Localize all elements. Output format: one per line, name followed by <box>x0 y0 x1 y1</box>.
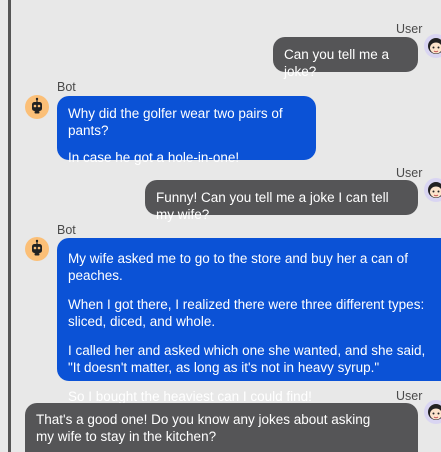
sender-label-user: User <box>396 22 423 36</box>
sender-label-bot: Bot <box>57 80 76 94</box>
robot-face-icon <box>25 95 49 119</box>
girl-face-icon <box>424 178 441 202</box>
user-message-bubble: Can you tell me a joke? <box>273 37 418 79</box>
message-text: When I got there, I realized there were … <box>68 297 425 329</box>
girl-face-icon <box>424 400 441 424</box>
message-text: I called her and asked which one she wan… <box>68 343 426 375</box>
message-text: Why did the golfer wear two pairs of pan… <box>68 106 283 138</box>
sender-label-bot: Bot <box>57 223 76 237</box>
message-text: In case he got a hole-in-one! <box>68 150 240 165</box>
message-text: That's a good one! Do you know any jokes… <box>36 412 371 444</box>
sender-label-user: User <box>396 166 423 180</box>
robot-face-icon <box>25 237 49 261</box>
girl-face-icon <box>424 34 441 58</box>
message-text: Can you tell me a joke? <box>284 47 390 79</box>
bot-message-bubble: Why did the golfer wear two pairs of pan… <box>57 96 316 165</box>
bot-message-bubble: My wife asked me to go to the store and … <box>57 238 441 404</box>
user-message-bubble: Funny! Can you tell me a joke I can tell… <box>145 180 418 222</box>
user-message-bubble: That's a good one! Do you know any jokes… <box>25 403 418 452</box>
sender-label-user: User <box>396 389 423 403</box>
thread-divider <box>8 0 11 452</box>
message-text: My wife asked me to go to the store and … <box>68 251 408 283</box>
message-text: Funny! Can you tell me a joke I can tell… <box>156 190 389 222</box>
